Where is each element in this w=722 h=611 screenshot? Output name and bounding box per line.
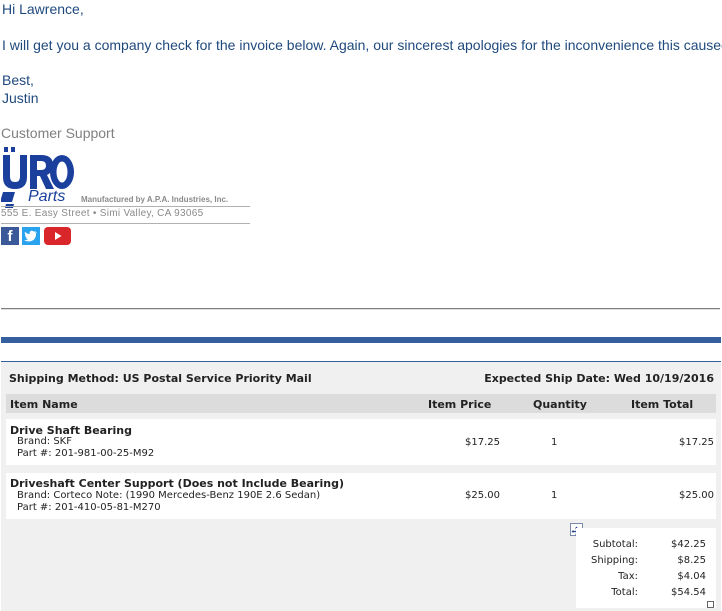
total-label: Total: xyxy=(611,587,638,598)
tax-value: $4.04 xyxy=(677,571,706,582)
item-brand: Brand: SKF xyxy=(17,436,72,447)
signature-divider xyxy=(1,206,250,207)
youtube-icon[interactable] xyxy=(44,227,71,245)
item-part-number: Part #: 201-410-05-81-M270 xyxy=(17,502,161,513)
item-name: Driveshaft Center Support (Does not Incl… xyxy=(10,477,344,490)
tax-label: Tax: xyxy=(618,571,638,582)
table-header xyxy=(6,394,716,413)
item-quantity: 1 xyxy=(551,437,558,448)
divider-line xyxy=(1,309,720,310)
column-header-item-price: Item Price xyxy=(428,398,492,411)
shipping-method: Shipping Method: US Postal Service Prior… xyxy=(9,372,312,385)
greeting: Hi Lawrence, xyxy=(2,1,84,17)
shipping-label: Shipping: xyxy=(591,555,638,566)
signature-title: Customer Support xyxy=(1,125,115,141)
item-price: $25.00 xyxy=(465,490,500,501)
twitter-icon[interactable] xyxy=(22,227,40,245)
item-quantity: 1 xyxy=(551,490,558,501)
item-total: $17.25 xyxy=(679,437,714,448)
item-total: $25.00 xyxy=(679,490,714,501)
total-value: $54.54 xyxy=(671,587,706,598)
resize-handle-icon[interactable] xyxy=(707,601,714,608)
item-part-number: Part #: 201-981-00-25-M92 xyxy=(17,448,155,459)
address: 555 E. Easy Street • Simi Valley, CA 930… xyxy=(1,208,204,219)
signature-divider xyxy=(1,223,250,224)
item-brand: Brand: Corteco Note: (1990 Mercedes-Benz… xyxy=(17,490,321,501)
email-body: I will get you a company check for the i… xyxy=(2,37,722,53)
shipping-value: $8.25 xyxy=(677,555,706,566)
subtotal-value: $42.25 xyxy=(671,539,706,550)
sender-name: Justin xyxy=(2,90,39,106)
item-price: $17.25 xyxy=(465,437,500,448)
facebook-icon[interactable]: f xyxy=(1,227,19,245)
invoice-header-bar xyxy=(1,337,721,343)
column-header-quantity: Quantity xyxy=(533,398,587,411)
closing: Best, xyxy=(2,72,34,88)
logo-sub-text: Parts xyxy=(28,188,66,205)
subtotal-label: Subtotal: xyxy=(592,539,638,550)
column-header-item-total: Item Total xyxy=(631,398,694,411)
totals-box: Subtotal: $42.25 Shipping: $8.25 Tax: $4… xyxy=(576,528,716,608)
expected-ship-date: Expected Ship Date: Wed 10/19/2016 xyxy=(484,372,714,385)
manufacturer-text: Manufactured by A.P.A. Industries, Inc. xyxy=(81,195,229,204)
uro-parts-logo: Parts Manufactured by A.P.A. Industries,… xyxy=(0,147,251,209)
column-header-item-name: Item Name xyxy=(10,398,78,411)
